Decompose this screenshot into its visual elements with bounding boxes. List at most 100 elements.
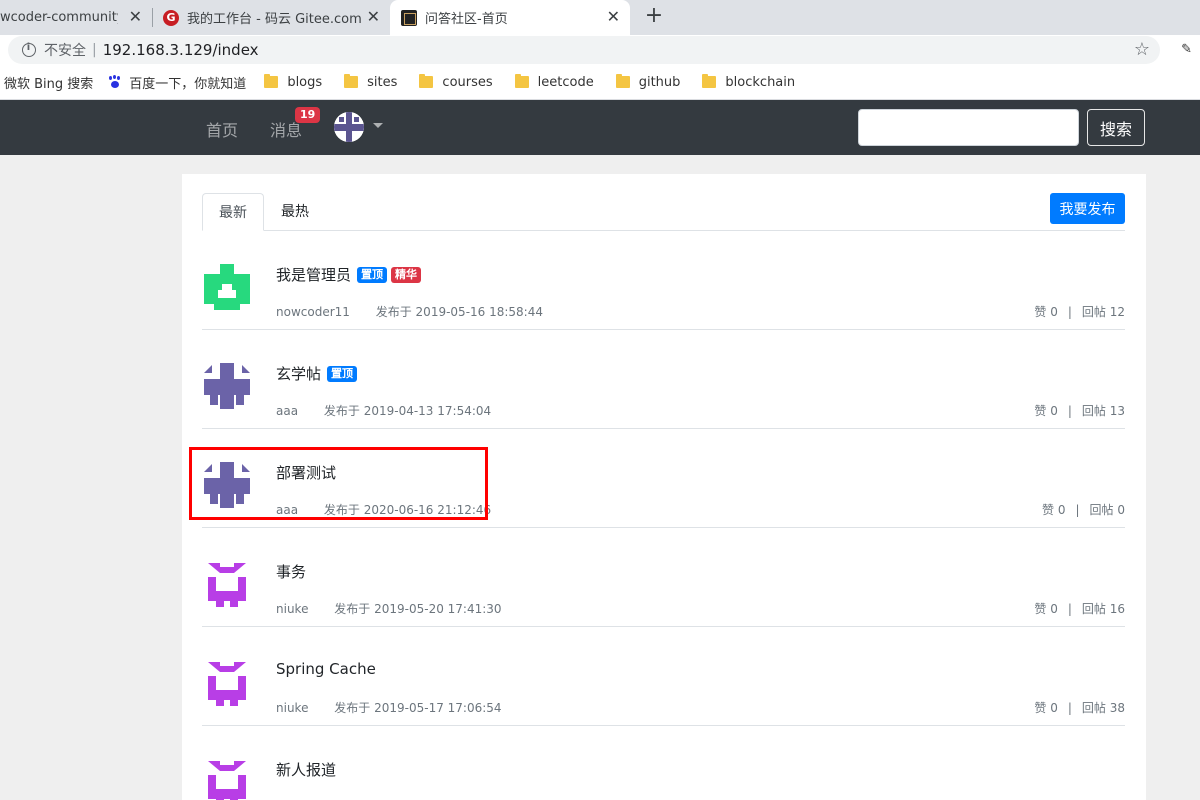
stats-divider: | [1067, 305, 1072, 319]
reply-count: 回帖 13 [1081, 404, 1125, 418]
info-icon[interactable] [22, 42, 36, 57]
bookmark-star-icon[interactable]: ☆ [1134, 39, 1150, 60]
post-author: aaa [276, 404, 299, 418]
bookmark-label: github [638, 74, 681, 90]
stats-divider: | [1067, 701, 1072, 715]
browser-tab-qa-home[interactable]: 问答社区-首页 ✕ [390, 0, 630, 35]
post-meta: aaa 发布于 2019-04-13 17:54:04 [276, 402, 491, 419]
post-author: niuke [276, 602, 309, 616]
post-meta: niuke 发布于 2019-05-20 17:41:30 [276, 600, 502, 617]
author-avatar-icon[interactable] [202, 757, 252, 800]
bookmark-github[interactable]: github [615, 74, 681, 90]
post-row[interactable]: 玄学帖 置顶 aaa 发布于 2019-04-13 17:54:04 赞 0 | 回帖… [202, 330, 1125, 429]
post-row[interactable]: Spring Cache niuke 发布于 2019-05-17 17:06:… [202, 627, 1125, 726]
publish-button[interactable]: 我要发布 [1050, 193, 1125, 224]
browser-tab-bar: wcoder-community ✕ 我的工作台 - 码云 Gitee.com … [0, 0, 1200, 35]
bookmark-sites[interactable]: sites [344, 74, 397, 90]
close-icon[interactable]: ✕ [129, 8, 142, 26]
like-count: 赞 0 [1034, 602, 1058, 616]
bookmark-baidu[interactable]: 百度一下，你就知道 [108, 73, 246, 92]
bookmark-leetcode[interactable]: leetcode [514, 74, 594, 90]
stats-divider: | [1067, 602, 1072, 616]
post-title[interactable]: 我是管理员 置顶 精华 [276, 264, 422, 285]
tab-hottest[interactable]: 最热 [265, 193, 325, 231]
post-title-text[interactable]: Spring Cache [276, 660, 376, 678]
close-icon[interactable]: ✕ [367, 8, 380, 26]
identicon-icon [334, 112, 364, 142]
url-separator: | [92, 42, 97, 58]
insecure-label: 不安全 [44, 43, 86, 59]
post-stats: 赞 0 | 回帖 0 [1042, 501, 1125, 518]
pinned-badge: 置顶 [327, 365, 358, 382]
bookmark-blogs[interactable]: blogs [264, 74, 322, 90]
post-time: 发布于 2019-05-20 17:41:30 [334, 602, 502, 616]
folder-icon [514, 74, 529, 88]
post-stats: 赞 0 | 回帖 16 [1034, 600, 1125, 617]
tab-latest[interactable]: 最新 [202, 193, 264, 231]
post-row[interactable]: 事务 niuke 发布于 2019-05-20 17:41:30 赞 0 | 回帖 … [202, 528, 1125, 627]
post-stats: 赞 0 | 回帖 13 [1034, 402, 1125, 419]
tab-title: 我的工作台 - 码云 Gitee.com [187, 12, 362, 27]
paw-icon [108, 75, 122, 89]
post-title[interactable]: 新人报道 [276, 759, 336, 780]
post-time: 发布于 2019-05-17 17:06:54 [334, 701, 502, 715]
author-avatar-icon[interactable] [202, 262, 252, 312]
stats-divider: | [1067, 404, 1072, 418]
featured-badge: 精华 [391, 266, 422, 283]
extension-icon[interactable]: ✎ [1181, 42, 1192, 57]
search-input[interactable] [858, 109, 1079, 146]
post-title[interactable]: Spring Cache [276, 660, 376, 678]
like-count: 赞 0 [1034, 701, 1058, 715]
search-button[interactable]: 搜索 [1087, 109, 1145, 146]
post-title-text[interactable]: 事务 [276, 561, 306, 582]
post-time: 发布于 2019-04-13 17:54:04 [323, 404, 492, 418]
new-tab-button[interactable]: + [640, 3, 668, 28]
post-title-text[interactable]: 新人报道 [276, 759, 336, 780]
folder-icon [615, 74, 630, 88]
bookmark-label: blockchain [725, 74, 796, 90]
highlight-annotation-box [189, 447, 488, 520]
post-row[interactable]: 新人报道 niuke 发布于 2019-05-17 15:50:18 赞 0|回… [202, 726, 1125, 800]
folder-icon [264, 74, 279, 88]
caret-down-icon[interactable] [373, 123, 383, 128]
folder-icon [702, 74, 717, 88]
reply-count: 回帖 12 [1081, 305, 1125, 319]
nav-home-link[interactable]: 首页 [206, 117, 238, 141]
message-count-badge: 19 [295, 107, 321, 123]
gitee-icon [163, 9, 179, 26]
site-favicon-icon [401, 9, 417, 26]
tab-title: wcoder-community [0, 10, 118, 25]
post-author: niuke [276, 701, 309, 715]
close-icon[interactable]: ✕ [607, 8, 620, 26]
reply-count: 回帖 0 [1089, 503, 1125, 517]
post-title-text[interactable]: 我是管理员 [276, 264, 351, 285]
reply-count: 回帖 16 [1081, 602, 1125, 616]
user-avatar[interactable] [334, 112, 364, 142]
post-title-text[interactable]: 玄学帖 [276, 363, 321, 384]
post-stats: 赞 0 | 回帖 12 [1034, 303, 1125, 320]
like-count: 赞 0 [1034, 305, 1058, 319]
tab-title: 问答社区-首页 [425, 12, 508, 27]
bookmark-blockchain[interactable]: blockchain [702, 74, 796, 90]
url-text[interactable]: 192.168.3.129/index [103, 41, 259, 59]
browser-tab-gitee[interactable]: 我的工作台 - 码云 Gitee.com ✕ [153, 0, 390, 35]
author-avatar-icon[interactable] [202, 559, 252, 609]
bookmark-label: 百度一下，你就知道 [129, 76, 247, 92]
post-meta: nowcoder11 发布于 2019-05-16 18:58:44 [276, 303, 543, 320]
post-stats: 赞 0 | 回帖 38 [1034, 699, 1125, 716]
like-count: 赞 0 [1034, 404, 1058, 418]
author-avatar-icon[interactable] [202, 361, 252, 411]
reply-count: 回帖 38 [1081, 701, 1125, 715]
browser-tab-community[interactable]: wcoder-community ✕ [0, 0, 152, 35]
post-title[interactable]: 玄学帖 置顶 [276, 363, 358, 384]
post-title[interactable]: 事务 [276, 561, 306, 582]
stats-divider: | [1075, 503, 1080, 517]
post-author: nowcoder11 [276, 305, 350, 319]
bookmark-label: 微软 Bing 搜索 [4, 76, 94, 92]
bookmark-courses[interactable]: courses [419, 74, 493, 90]
author-avatar-icon[interactable] [202, 658, 252, 708]
bookmarks-bar: 微软 Bing 搜索 百度一下，你就知道 blogs sites courses… [0, 65, 1200, 100]
bookmark-bing[interactable]: 微软 Bing 搜索 [4, 73, 93, 92]
post-row[interactable]: 我是管理员 置顶 精华 nowcoder11 发布于 2019-05-16 18:5… [202, 231, 1125, 330]
omnibox[interactable]: 不安全 | 192.168.3.129/index ☆ [8, 36, 1160, 64]
